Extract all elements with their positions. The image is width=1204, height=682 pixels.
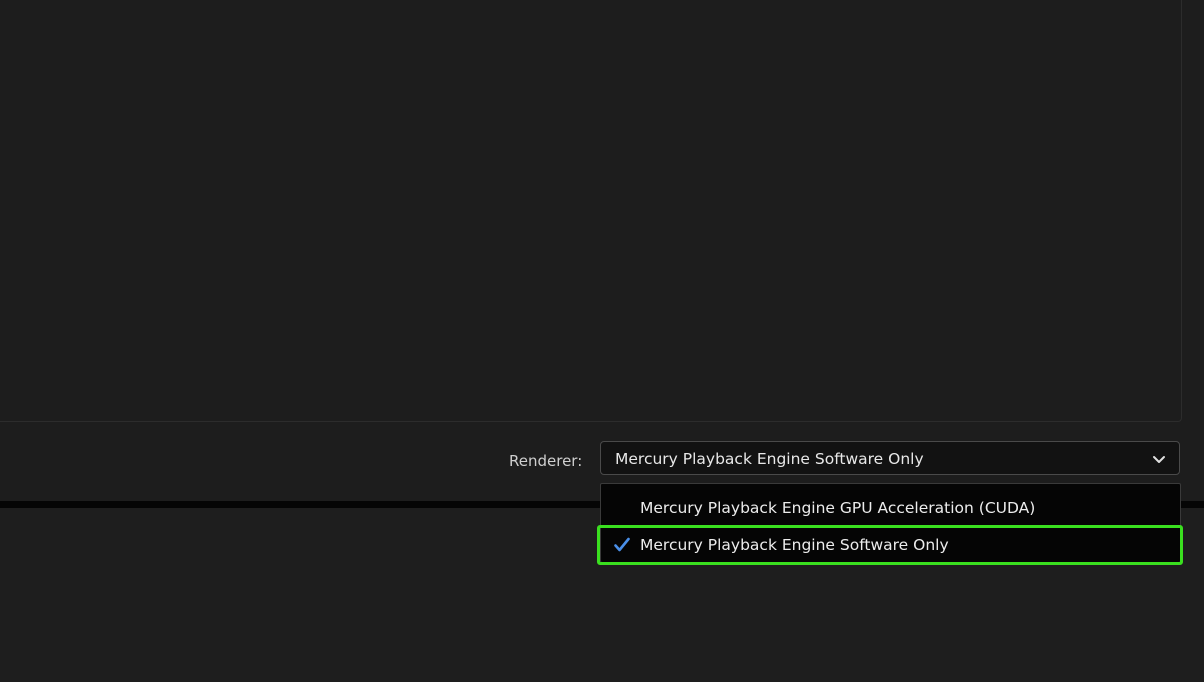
renderer-option-label: Mercury Playback Engine Software Only (640, 536, 949, 554)
renderer-option-label: Mercury Playback Engine GPU Acceleration… (640, 499, 1036, 517)
renderer-options-menu: Mercury Playback Engine GPU Acceleration… (600, 483, 1181, 563)
checkmark-icon (613, 536, 631, 554)
preview-panel (0, 0, 1182, 422)
renderer-option-software-only[interactable]: Mercury Playback Engine Software Only (601, 527, 1180, 563)
renderer-label: Renderer: (509, 452, 583, 470)
project-settings-window: Renderer: Mercury Playback Engine Softwa… (0, 0, 1204, 682)
renderer-dropdown[interactable]: Mercury Playback Engine Software Only (600, 441, 1180, 475)
renderer-selected-value: Mercury Playback Engine Software Only (615, 450, 924, 468)
renderer-option-gpu-cuda[interactable]: Mercury Playback Engine GPU Acceleration… (601, 490, 1180, 526)
chevron-down-icon[interactable] (1151, 451, 1167, 467)
